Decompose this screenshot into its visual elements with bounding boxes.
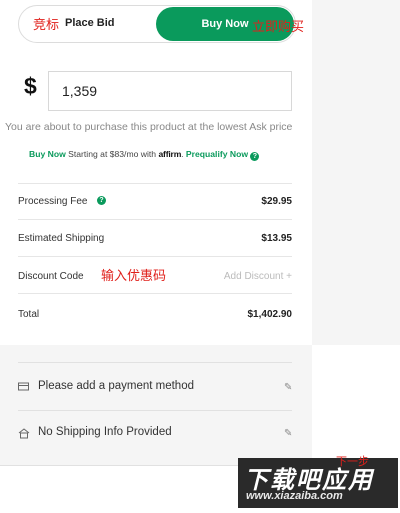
- payment-section: [0, 345, 312, 465]
- processing-fee-help-icon[interactable]: ?: [97, 196, 106, 205]
- watermark-url: www.xiazaiba.com: [246, 490, 343, 502]
- total-label: Total: [18, 309, 40, 320]
- shipping-label: Estimated Shipping: [18, 233, 105, 244]
- card-icon: [18, 382, 30, 395]
- shipping-info-text: No Shipping Info Provided: [38, 426, 172, 438]
- annotation-discount: 输入优惠码: [101, 269, 167, 284]
- processing-fee-label: Processing Fee: [18, 196, 88, 207]
- processing-fee-row: Processing Fee ? $29.95: [18, 183, 292, 220]
- currency-symbol: $: [24, 73, 37, 99]
- edit-shipping-icon[interactable]: ✎: [284, 428, 292, 439]
- watermark-logo: 下载吧应用 www.xiazaiba.com 下一步: [238, 455, 398, 508]
- edit-payment-icon[interactable]: ✎: [284, 382, 292, 393]
- affirm-starting-at: Starting at $83/mo with: [68, 149, 157, 159]
- affirm-financing-line: Buy Now Starting at $83/mo with affirm. …: [29, 149, 260, 161]
- divider: [18, 410, 292, 411]
- total-row: Total $1,402.90: [18, 294, 292, 331]
- prequalify-link[interactable]: Prequalify Now: [186, 149, 248, 159]
- affirm-logo: affirm: [158, 149, 182, 159]
- shipping-row: Estimated Shipping $13.95: [18, 220, 292, 257]
- affirm-buy-now-label: Buy Now: [29, 149, 66, 159]
- price-input[interactable]: 1,359: [48, 71, 292, 111]
- discount-label: Discount Code: [18, 271, 84, 282]
- payment-method-text: Please add a payment method: [38, 380, 194, 392]
- place-bid-button[interactable]: Place Bid: [65, 17, 115, 29]
- total-value: $1,402.90: [247, 309, 293, 320]
- processing-fee-value: $29.95: [261, 196, 292, 207]
- annotation-next-step: 下一步: [336, 455, 369, 468]
- divider: [18, 362, 292, 363]
- lowest-ask-notice: You are about to purchase this product a…: [5, 121, 293, 133]
- add-discount-link[interactable]: Add Discount +: [224, 271, 292, 282]
- discount-row: Discount Code 输入优惠码 Add Discount +: [18, 257, 292, 294]
- shipping-value: $13.95: [261, 233, 292, 244]
- help-icon[interactable]: ?: [250, 152, 260, 161]
- annotation-place-bid: 竞标: [33, 18, 60, 33]
- page-gutter: [312, 0, 400, 345]
- annotation-buy-now: 立即购买: [252, 20, 305, 35]
- home-icon: [18, 428, 30, 442]
